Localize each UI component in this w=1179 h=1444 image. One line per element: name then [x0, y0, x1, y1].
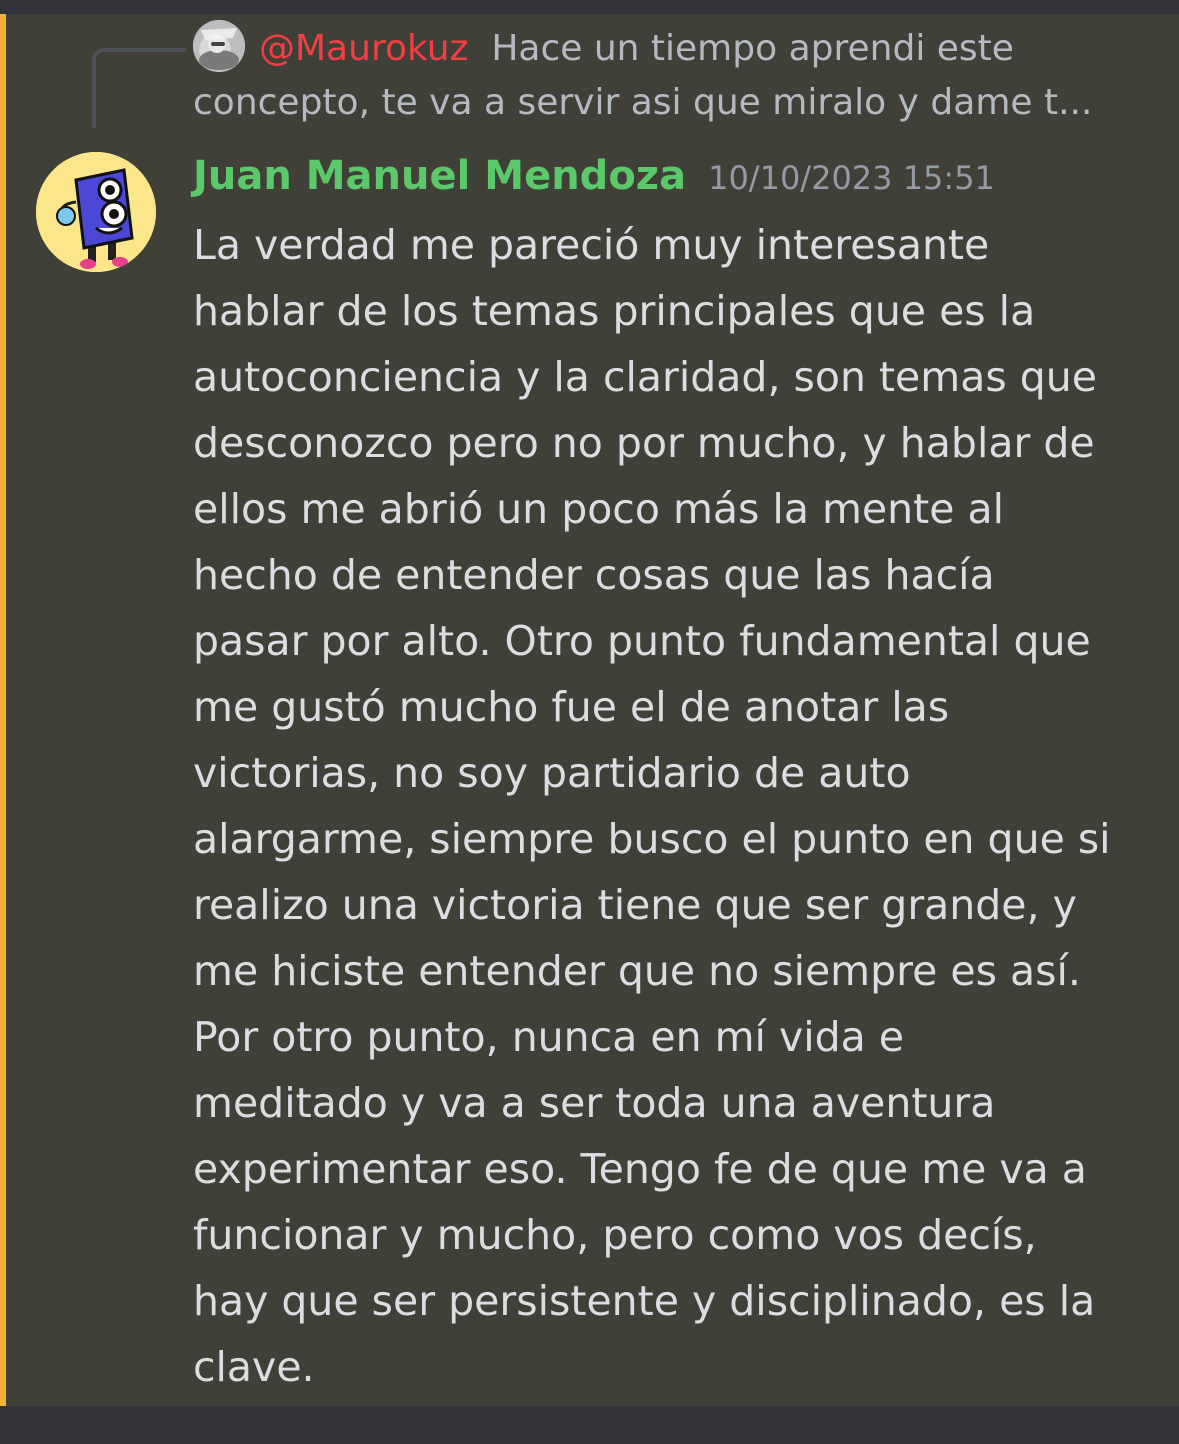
message-header: Juan Manuel Mendoza 10/10/2023 15:51 — [193, 146, 995, 208]
top-divider — [0, 0, 1179, 14]
avatar[interactable] — [36, 152, 156, 272]
reply-author[interactable]: @Maurokuz — [259, 28, 468, 69]
author-name[interactable]: Juan Manuel Mendoza — [193, 153, 686, 199]
chat-message[interactable]: @Maurokuz Hace un tiempo aprendi este co… — [0, 14, 1179, 1406]
message-timestamp: 10/10/2023 15:51 — [708, 159, 995, 197]
mention-highlight-bar — [0, 14, 6, 1406]
reply-preview[interactable]: @Maurokuz Hace un tiempo aprendi este co… — [193, 22, 1133, 130]
blue-robot-avatar-icon — [36, 152, 156, 272]
message-content: La verdad me pareció muy interesante hab… — [193, 221, 1111, 1391]
reply-spine-connector — [92, 48, 186, 128]
bottom-divider — [0, 1406, 1179, 1444]
